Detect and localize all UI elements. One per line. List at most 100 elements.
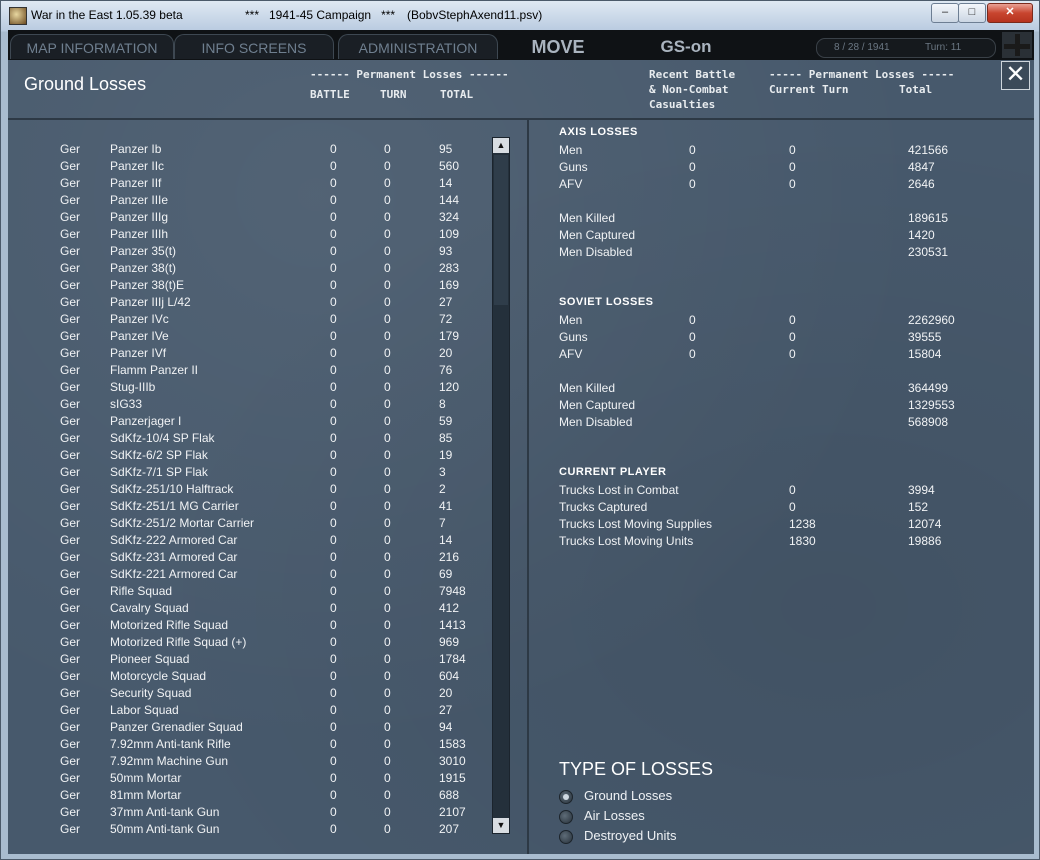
list-item[interactable]: Ger 37mm Anti-tank Gun 0 0 2107 [8,805,488,822]
list-item[interactable]: Ger 7.92mm Anti-tank Rifle 0 0 1583 [8,737,488,754]
list-item[interactable]: Ger Panzer IVc 0 0 72 [8,312,488,329]
unit-battle-losses: 0 [330,142,337,156]
radio-button[interactable] [559,810,573,824]
list-item[interactable]: Ger Panzer IIIh 0 0 109 [8,227,488,244]
unit-total-losses: 179 [439,329,460,343]
list-item[interactable]: Ger Panzer Ib 0 0 95 [8,142,488,159]
list-item[interactable]: Ger Motorized Rifle Squad 0 0 1413 [8,618,488,635]
move-mode-label[interactable]: MOVE [513,34,603,58]
recent-header-3: Casualties [649,98,716,111]
unit-battle-losses: 0 [330,159,337,173]
list-item[interactable]: Ger Flamm Panzer II 0 0 76 [8,363,488,380]
list-item[interactable]: Ger Cavalry Squad 0 0 412 [8,601,488,618]
total-value: 12074 [908,517,942,531]
list-item[interactable]: Ger Stug-IIIb 0 0 120 [8,380,488,397]
unit-total-losses: 283 [439,261,460,275]
list-item[interactable]: Ger SdKfz-251/10 Halftrack 0 0 2 [8,482,488,499]
list-item[interactable]: Ger Panzer IIIg 0 0 324 [8,210,488,227]
list-item[interactable]: Ger Panzer 38(t) 0 0 283 [8,261,488,278]
minimize-button[interactable]: – [931,3,959,23]
list-item[interactable]: Ger Panzer IIc 0 0 560 [8,159,488,176]
list-item[interactable]: Ger SdKfz-251/1 MG Carrier 0 0 41 [8,499,488,516]
unit-turn-losses: 0 [384,465,391,479]
list-item[interactable]: Ger Panzer IIIe 0 0 144 [8,193,488,210]
unit-total-losses: 27 [439,703,453,717]
recent-value: 0 [689,143,696,157]
list-item[interactable]: Ger 50mm Mortar 0 0 1915 [8,771,488,788]
list-item[interactable]: Ger SdKfz-251/2 Mortar Carrier 0 0 7 [8,516,488,533]
unit-name: Panzer 38(t) [110,261,177,275]
unit-name: Panzer 38(t)E [110,278,185,292]
radio-button[interactable] [559,790,573,804]
unit-battle-losses: 0 [330,805,337,819]
player-truck-row: Trucks Lost Moving Supplies 1238 12074 [559,517,1019,534]
title-bar[interactable]: War in the East 1.05.39 beta *** 1941-45… [1,1,1039,29]
list-item[interactable]: Ger 81mm Mortar 0 0 688 [8,788,488,805]
list-item[interactable]: Ger Panzer IVf 0 0 20 [8,346,488,363]
unit-battle-losses: 0 [330,567,337,581]
list-item[interactable]: Ger Pioneer Squad 0 0 1784 [8,652,488,669]
row-label: Trucks Lost Moving Units [559,534,694,548]
radio-button[interactable] [559,830,573,844]
axis-detail-row: Men Disabled 230531 [559,245,1019,262]
list-item[interactable]: Ger Rifle Squad 0 0 7948 [8,584,488,601]
window-close-button[interactable]: ✕ [987,3,1033,23]
unit-battle-losses: 0 [330,227,337,241]
turn-value: 0 [789,177,796,191]
unit-total-losses: 1784 [439,652,466,666]
unit-nation: Ger [60,227,81,241]
list-item[interactable]: Ger Panzer IVe 0 0 179 [8,329,488,346]
scroll-down-button[interactable]: ▼ [493,818,509,833]
row-label: Men Killed [559,211,616,225]
unit-name: Rifle Squad [110,584,173,598]
scroll-thumb[interactable] [494,155,508,305]
list-item[interactable]: Ger SdKfz-231 Armored Car 0 0 216 [8,550,488,567]
maximize-button[interactable]: □ [958,3,986,23]
list-item[interactable]: Ger Motorized Rifle Squad (+) 0 0 969 [8,635,488,652]
list-item[interactable]: Ger Panzer 38(t)E 0 0 169 [8,278,488,295]
unit-battle-losses: 0 [330,533,337,547]
unit-nation: Ger [60,669,81,683]
unit-losses-list: Ger Panzer Ib 0 0 95 Ger Panzer IIc 0 0 560 Ger Pan… [8,142,488,834]
list-item[interactable]: Ger Labor Squad 0 0 27 [8,703,488,720]
list-item[interactable]: Ger 50mm Anti-tank Gun 0 0 207 [8,822,488,834]
tab-info-screens[interactable]: INFO SCREENS [174,34,334,59]
unit-battle-losses: 0 [330,465,337,479]
axis-detail-row: Men Captured 1420 [559,228,1019,245]
scroll-up-button[interactable]: ▲ [493,138,509,153]
list-item[interactable]: Ger Motorcycle Squad 0 0 604 [8,669,488,686]
loss-type-option[interactable]: Ground Losses [559,788,759,806]
list-item[interactable]: Ger 7.92mm Machine Gun 0 0 3010 [8,754,488,771]
soviet-detail-row: Men Killed 364499 [559,381,1019,398]
list-item[interactable]: Ger Security Squad 0 0 20 [8,686,488,703]
unit-turn-losses: 0 [384,414,391,428]
list-item[interactable]: Ger Panzer 35(t) 0 0 93 [8,244,488,261]
unit-name: Panzer IIc [110,159,165,173]
unit-name: Panzer 35(t) [110,244,177,258]
list-item[interactable]: Ger SdKfz-6/2 SP Flak 0 0 19 [8,448,488,465]
tab-map-information[interactable]: MAP INFORMATION [10,34,174,59]
list-item[interactable]: Ger SdKfz-10/4 SP Flak 0 0 85 [8,431,488,448]
list-item[interactable]: Ger SdKfz-7/1 SP Flak 0 0 3 [8,465,488,482]
close-screen-button[interactable]: ✕ [1001,61,1030,90]
list-item[interactable]: Ger sIG33 0 0 8 [8,397,488,414]
list-item[interactable]: Ger Panzer Grenadier Squad 0 0 94 [8,720,488,737]
unit-nation: Ger [60,601,81,615]
row-label: AFV [559,347,583,361]
list-item[interactable]: Ger Panzer IIIj L/42 0 0 27 [8,295,488,312]
unit-list-scrollbar[interactable]: ▲ ▼ [492,137,510,834]
list-item[interactable]: Ger SdKfz-222 Armored Car 0 0 14 [8,533,488,550]
total-value: 568908 [908,415,949,429]
gs-toggle[interactable]: GS-on [644,34,728,58]
loss-type-option[interactable]: Air Losses [559,808,759,826]
list-item[interactable]: Ger Panzer IIf 0 0 14 [8,176,488,193]
tab-administration[interactable]: ADMINISTRATION [338,34,498,59]
unit-turn-losses: 0 [384,771,391,785]
list-item[interactable]: Ger SdKfz-221 Armored Car 0 0 69 [8,567,488,584]
unit-nation: Ger [60,618,81,632]
list-item[interactable]: Ger Panzerjager I 0 0 59 [8,414,488,431]
unit-nation: Ger [60,431,81,445]
col-turn-header: TURN [380,88,407,101]
unit-name: Panzer IIf [110,176,162,190]
loss-type-option[interactable]: Destroyed Units [559,828,759,846]
